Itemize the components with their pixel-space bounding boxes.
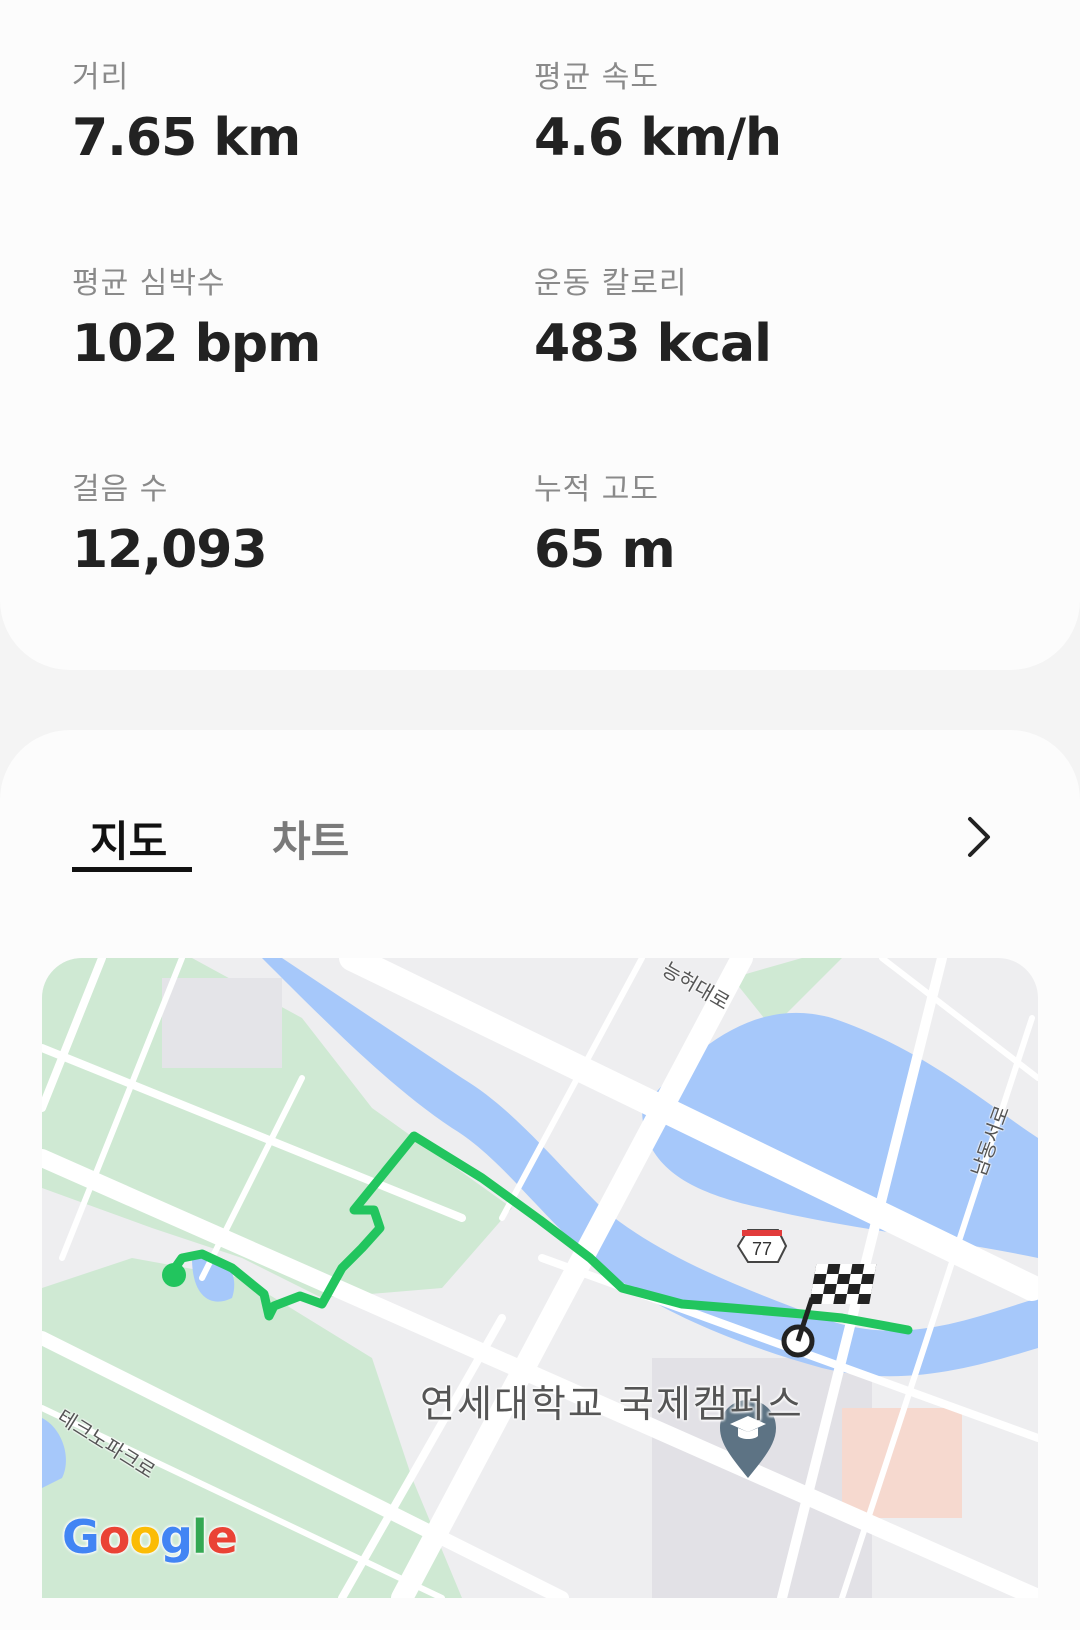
stat-value: 12,093 <box>72 520 268 580</box>
highway-number: 77 <box>752 1239 772 1259</box>
stat-value: 102 bpm <box>72 314 321 374</box>
stat-avg-speed: 평균 속도 4.6 km/h <box>534 52 782 168</box>
route-start-marker <box>162 1263 186 1287</box>
stat-label: 거리 <box>72 60 130 95</box>
stat-calories: 운동 칼로리 483 kcal <box>534 258 772 374</box>
stat-label: 운동 칼로리 <box>534 266 688 301</box>
stat-label: 걸음 수 <box>72 472 169 507</box>
tab-chart[interactable]: 차트 <box>272 808 349 869</box>
stat-avg-heart-rate: 평균 심박수 102 bpm <box>72 258 321 374</box>
stat-value: 4.6 km/h <box>534 108 782 168</box>
tab-map[interactable]: 지도 <box>90 808 167 869</box>
stat-label: 평균 속도 <box>534 60 659 95</box>
stat-value: 65 m <box>534 520 676 580</box>
google-logo: Google <box>62 1510 238 1564</box>
tab-active-indicator <box>72 867 192 872</box>
stat-distance: 거리 7.65 km <box>72 52 301 168</box>
stat-label: 누적 고도 <box>534 472 659 507</box>
highway-shield-icon: 77 <box>736 1229 788 1263</box>
route-map[interactable]: 77 능허대로 남동서로 테크노파크로 <box>42 958 1038 1598</box>
stat-label: 평균 심박수 <box>72 266 226 301</box>
chevron-right-icon[interactable] <box>960 815 1000 859</box>
stat-steps: 걸음 수 12,093 <box>72 464 268 580</box>
stat-value: 483 kcal <box>534 314 772 374</box>
campus-label: 연세대학교 국제캠퍼스 <box>420 1382 804 1426</box>
stat-elevation-gain: 누적 고도 65 m <box>534 464 676 580</box>
stat-value: 7.65 km <box>72 108 301 168</box>
